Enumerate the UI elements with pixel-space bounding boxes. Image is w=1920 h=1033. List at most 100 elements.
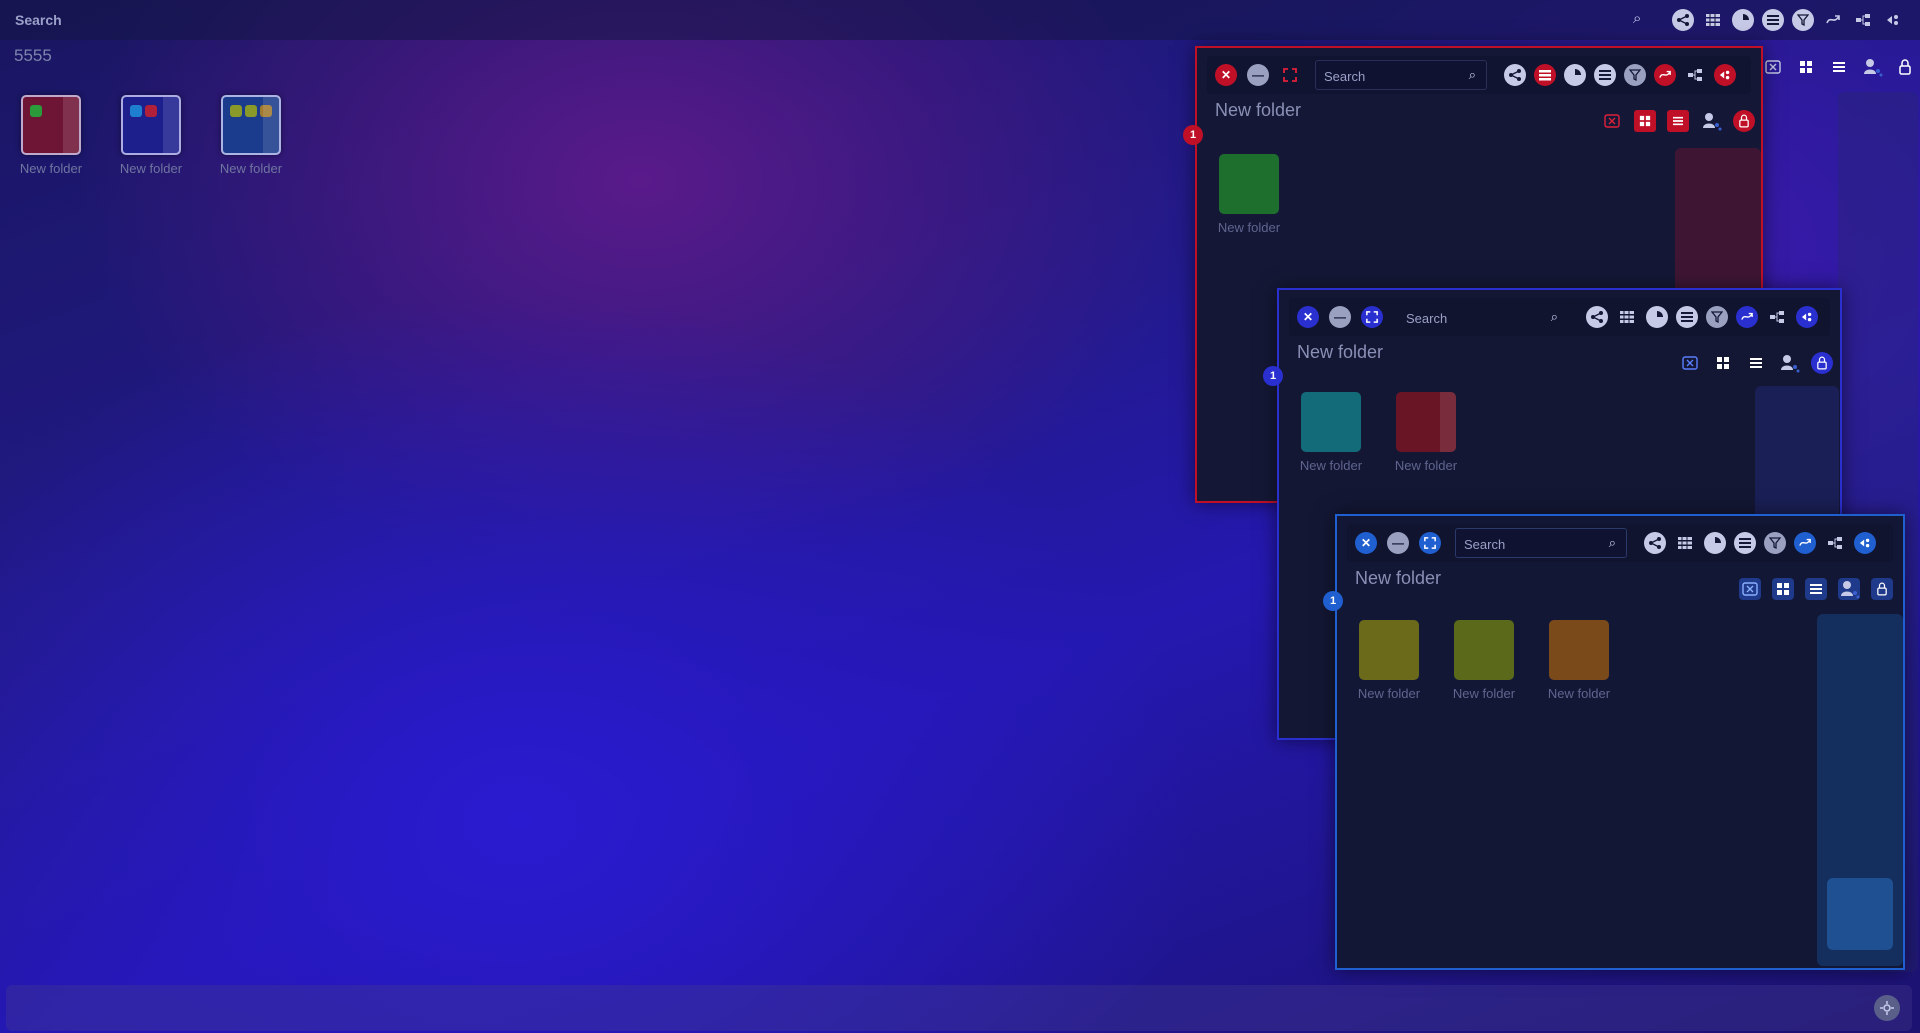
folder-icon <box>1396 392 1456 452</box>
list-icon[interactable] <box>1762 9 1784 31</box>
window-folder[interactable]: New folder <box>1209 154 1289 235</box>
window-toolbar: ✕ — Search ⌕ <box>1207 56 1751 94</box>
arrow-share-icon[interactable] <box>1796 306 1818 328</box>
desktop-folder[interactable]: New folder <box>116 95 186 176</box>
user-network-icon[interactable] <box>1700 110 1722 132</box>
close-icon[interactable]: ✕ <box>1215 64 1237 86</box>
list-icon[interactable] <box>1734 532 1756 554</box>
window-side-toolbar <box>1739 578 1893 600</box>
notification-badge: 1 <box>1323 591 1343 611</box>
close-box-icon[interactable] <box>1601 110 1623 132</box>
window-title: New folder <box>1215 100 1302 120</box>
grid-list-icon[interactable] <box>1534 64 1556 86</box>
arrow-share-icon[interactable] <box>1854 532 1876 554</box>
ribbon-icon[interactable] <box>1794 532 1816 554</box>
list-icon[interactable] <box>1676 306 1698 328</box>
window-folder[interactable]: New folder <box>1444 620 1524 701</box>
maximize-icon[interactable] <box>1419 532 1441 554</box>
settings-network-icon[interactable] <box>1874 995 1900 1021</box>
grid-list-icon[interactable] <box>1674 532 1696 554</box>
filter-icon[interactable] <box>1706 306 1728 328</box>
maximize-icon[interactable] <box>1279 64 1301 86</box>
minimize-icon[interactable]: — <box>1387 532 1409 554</box>
sitemap-icon[interactable] <box>1684 64 1706 86</box>
window-folder[interactable]: New folder <box>1291 392 1371 473</box>
search-icon[interactable]: ⌕ <box>1609 535 1616 551</box>
window-search-input[interactable]: Search ⌕ <box>1315 60 1487 90</box>
search-icon[interactable]: ⌕ <box>1633 10 1641 27</box>
filter-icon[interactable] <box>1792 9 1814 31</box>
grid-icon[interactable] <box>1795 56 1817 78</box>
ribbon-icon[interactable] <box>1736 306 1758 328</box>
close-box-icon[interactable] <box>1762 56 1784 78</box>
pie-chart-icon[interactable] <box>1704 532 1726 554</box>
close-icon[interactable]: ✕ <box>1355 532 1377 554</box>
ribbon-icon[interactable] <box>1822 9 1844 31</box>
window-folder[interactable]: New folder <box>1349 620 1429 701</box>
menu-icon[interactable] <box>1667 110 1689 132</box>
grid-list-icon[interactable] <box>1616 306 1638 328</box>
folder-icon <box>121 95 181 155</box>
grid-icon[interactable] <box>1712 352 1734 374</box>
user-network-icon[interactable] <box>1861 56 1883 78</box>
desktop-side-toolbar <box>1762 56 1916 78</box>
user-network-icon[interactable] <box>1778 352 1800 374</box>
notification-badge: 1 <box>1263 366 1283 386</box>
lock-icon[interactable] <box>1894 56 1916 78</box>
lock-icon[interactable] <box>1733 110 1755 132</box>
arrow-share-icon[interactable] <box>1714 64 1736 86</box>
menu-icon[interactable] <box>1805 578 1827 600</box>
search-icon[interactable]: ⌕ <box>1469 67 1476 83</box>
close-box-icon[interactable] <box>1739 578 1761 600</box>
lock-icon[interactable] <box>1871 578 1893 600</box>
search-icon[interactable]: ⌕ <box>1551 309 1558 325</box>
lock-icon[interactable] <box>1811 352 1833 374</box>
pie-chart-icon[interactable] <box>1646 306 1668 328</box>
grid-list-icon[interactable] <box>1702 9 1724 31</box>
grid-icon[interactable] <box>1634 110 1656 132</box>
window-search-input[interactable]: Search ⌕ <box>1397 302 1569 332</box>
ribbon-icon[interactable] <box>1654 64 1676 86</box>
bottom-bar <box>6 985 1912 1031</box>
global-search-input[interactable]: Search <box>15 12 62 28</box>
minimize-icon[interactable]: — <box>1247 64 1269 86</box>
folder-icon <box>1359 620 1419 680</box>
menu-icon[interactable] <box>1745 352 1767 374</box>
sitemap-icon[interactable] <box>1766 306 1788 328</box>
close-box-icon[interactable] <box>1679 352 1701 374</box>
share-icon[interactable] <box>1644 532 1666 554</box>
folder-label: New folder <box>19 161 83 176</box>
pie-chart-icon[interactable] <box>1564 64 1586 86</box>
folder-label: New folder <box>1357 686 1421 701</box>
folder-label: New folder <box>1547 686 1611 701</box>
grid-icon[interactable] <box>1772 578 1794 600</box>
share-icon[interactable] <box>1672 9 1694 31</box>
desktop-folder[interactable]: New folder <box>16 95 86 176</box>
maximize-icon[interactable] <box>1361 306 1383 328</box>
window-search-input[interactable]: Search ⌕ <box>1455 528 1627 558</box>
window-folder[interactable]: New folder <box>1386 392 1466 473</box>
list-icon[interactable] <box>1594 64 1616 86</box>
folder-icon <box>1454 620 1514 680</box>
desktop-title: 5555 <box>14 46 52 65</box>
sitemap-icon[interactable] <box>1852 9 1874 31</box>
user-network-icon[interactable] <box>1838 578 1860 600</box>
folder-window-blue[interactable]: ✕ — Search ⌕ New folder New folder New f… <box>1335 514 1905 970</box>
minimize-icon[interactable]: — <box>1329 306 1351 328</box>
filter-icon[interactable] <box>1624 64 1646 86</box>
window-side-toolbar <box>1679 352 1833 374</box>
arrow-share-icon[interactable] <box>1882 9 1904 31</box>
share-icon[interactable] <box>1504 64 1526 86</box>
folder-icon <box>1219 154 1279 214</box>
window-toolbar-icons <box>1644 532 1876 554</box>
pie-chart-icon[interactable] <box>1732 9 1754 31</box>
share-icon[interactable] <box>1586 306 1608 328</box>
sitemap-icon[interactable] <box>1824 532 1846 554</box>
desktop-folder[interactable]: New folder <box>216 95 286 176</box>
folder-label: New folder <box>1452 686 1516 701</box>
filter-icon[interactable] <box>1764 532 1786 554</box>
close-icon[interactable]: ✕ <box>1297 306 1319 328</box>
window-folder[interactable]: New folder <box>1539 620 1619 701</box>
drop-zone[interactable] <box>1827 878 1893 950</box>
menu-icon[interactable] <box>1828 56 1850 78</box>
